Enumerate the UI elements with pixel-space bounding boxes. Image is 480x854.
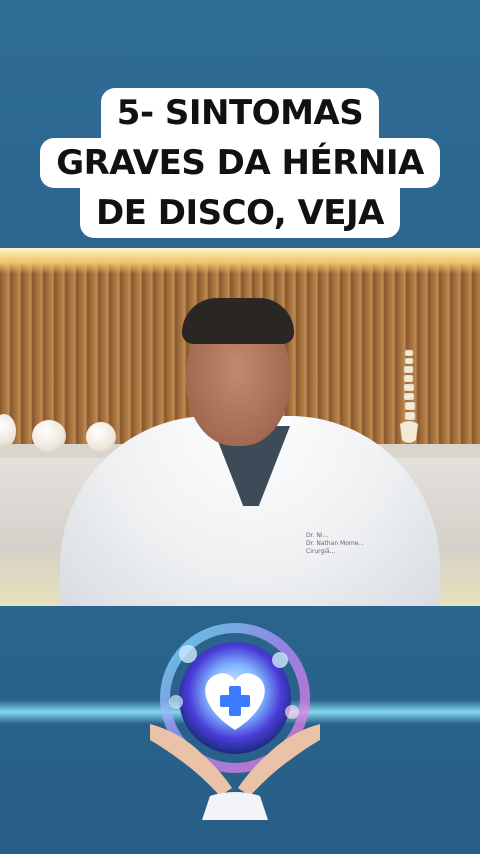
caption-line-1: 5- SINTOMAS	[100, 88, 380, 138]
doctor-hair	[182, 298, 294, 344]
caption-line-2: GRAVES DA HÉRNIA	[40, 138, 440, 188]
video-clip[interactable]: Dr. Ni... Dr. Nathan Mome... Cirurgiã...	[0, 248, 480, 606]
decor-sphere-2	[32, 420, 66, 452]
spine-model-icon	[399, 349, 419, 444]
ceiling-light	[0, 248, 480, 274]
badge-line-3: Cirurgiã...	[306, 548, 336, 555]
caption-line-3: DE DISCO, VEJA	[79, 188, 400, 238]
badge-line-2: Dr. Nathan Mome...	[306, 540, 365, 547]
decor-sphere-3	[86, 422, 116, 452]
video-frame: 5- SINTOMAS GRAVES DA HÉRNIA DE DISCO, V…	[0, 0, 480, 854]
badge-line-1: Dr. Ni...	[306, 532, 329, 539]
title-caption: 5- SINTOMAS GRAVES DA HÉRNIA DE DISCO, V…	[0, 88, 480, 238]
coat-embroidery: Dr. Ni... Dr. Nathan Mome... Cirurgiã...	[306, 532, 366, 578]
heart-cross-icon	[150, 623, 320, 820]
